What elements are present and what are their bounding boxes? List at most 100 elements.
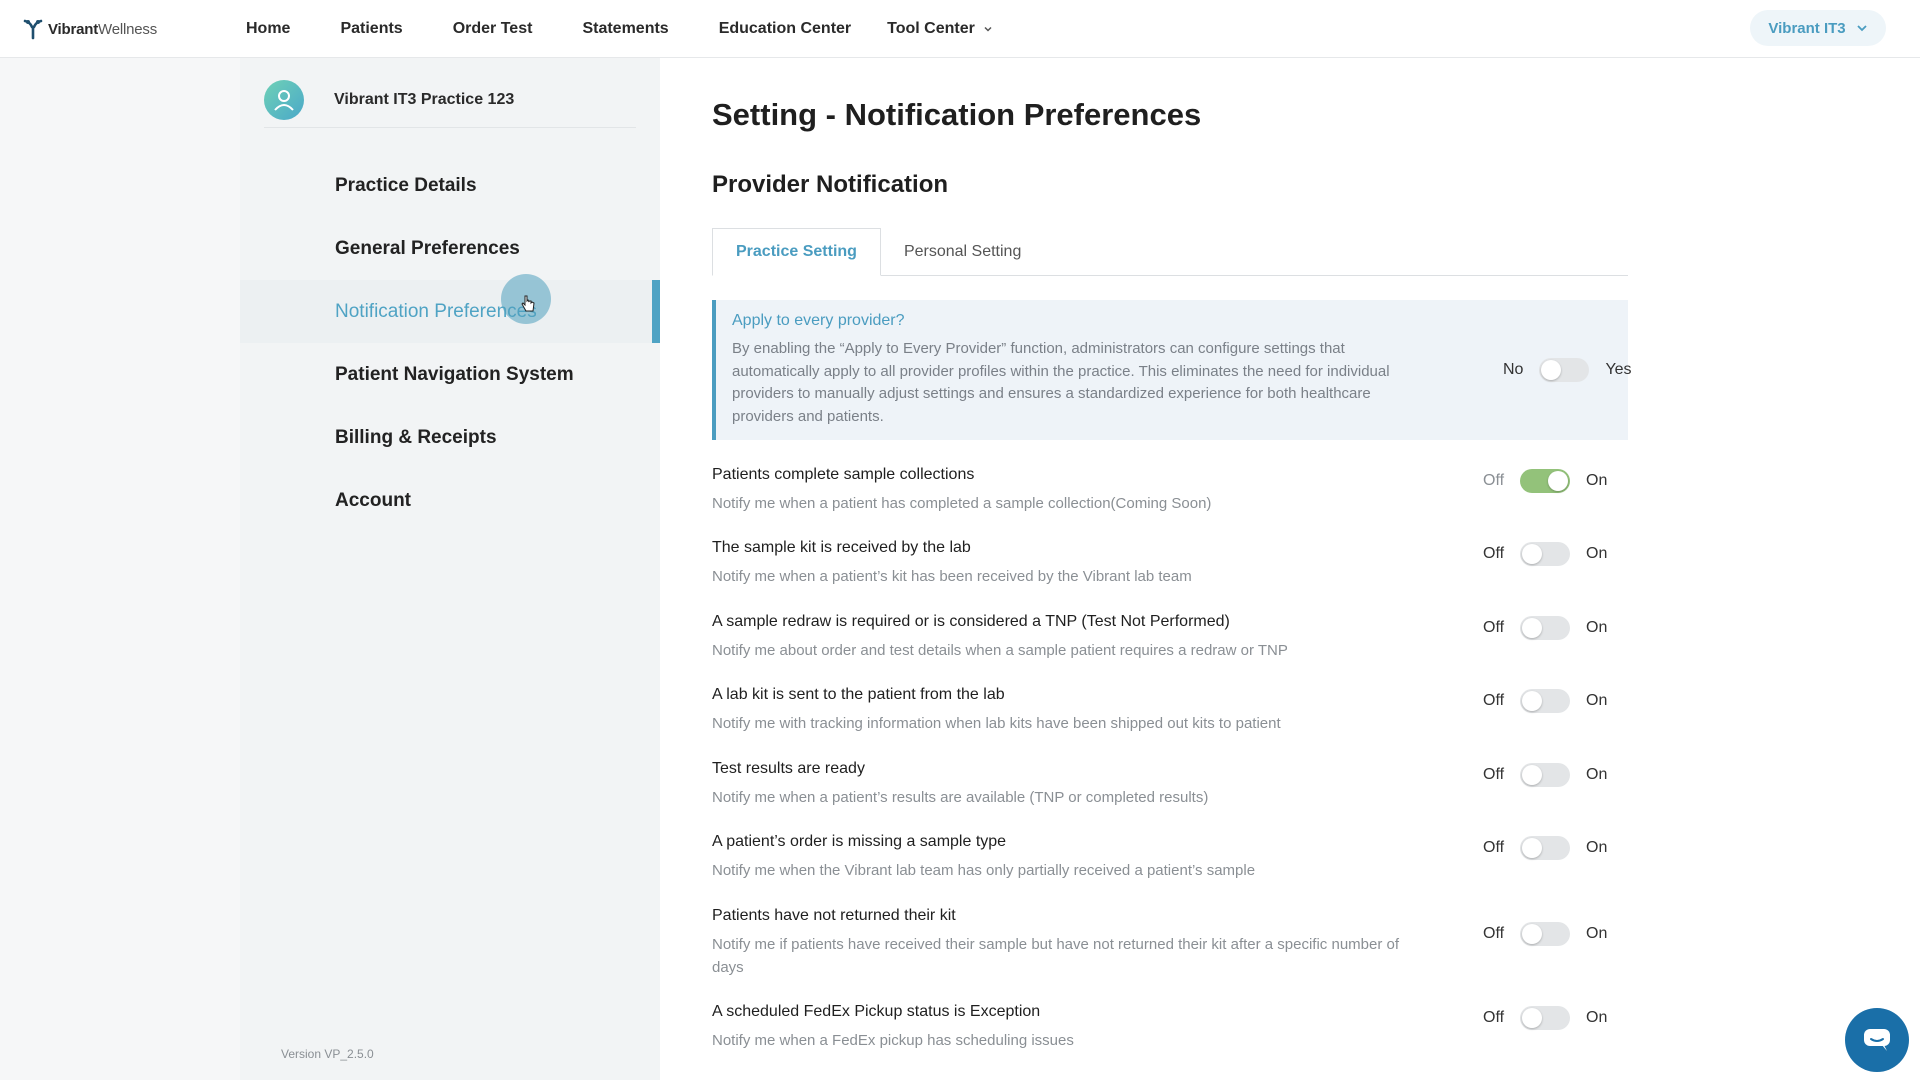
sidebar-item-label: Practice Details: [335, 174, 477, 196]
notification-setting-row: Patients have not returned their kit Noti…: [712, 907, 1628, 979]
nav-order-test-label: Order Test: [452, 20, 533, 37]
main-nav: Home Patients Order Test Statements Educ…: [246, 0, 1043, 58]
sidebar-item-label: General Preferences: [335, 237, 520, 259]
toggle-off-label: Off: [1483, 472, 1505, 489]
sidebar-item-notification-preferences[interactable]: Notification Preferences: [240, 280, 660, 343]
user-icon: [274, 89, 294, 111]
toggle-on-label: On: [1586, 925, 1608, 942]
apply-toggle-group: No Yes: [1503, 358, 1632, 382]
nav-education-center[interactable]: Education Center: [719, 20, 851, 38]
toggle-knob: [1522, 618, 1543, 638]
sidebar-item-account[interactable]: Account: [240, 469, 660, 532]
setting-toggle[interactable]: [1520, 1006, 1571, 1030]
notification-setting-row: Test results are ready Notify me when a p…: [712, 760, 1628, 810]
toggle-off-label: Off: [1483, 692, 1505, 709]
nav-home[interactable]: Home: [246, 20, 290, 38]
setting-toggle[interactable]: [1520, 689, 1571, 713]
brand-logo[interactable]: VibrantWellness: [22, 18, 157, 40]
nav-statements[interactable]: Statements: [582, 20, 668, 38]
setting-toggle[interactable]: [1520, 763, 1571, 787]
setting-toggle[interactable]: [1520, 542, 1571, 566]
setting-toggle-group: Off On: [1483, 469, 1607, 493]
sidebar-item-label: Patient Navigation System: [335, 363, 574, 385]
sidebar-item-patient-navigation-system[interactable]: Patient Navigation System: [240, 343, 660, 406]
apply-title: Apply to every provider?: [732, 312, 905, 329]
toggle-off-label: Off: [1483, 766, 1505, 783]
setting-toggle[interactable]: [1520, 616, 1571, 640]
chevron-down-icon: [984, 26, 992, 32]
setting-description: Notify me when a patient’s results are a…: [712, 789, 1209, 806]
chat-button[interactable]: [1845, 1008, 1909, 1072]
nav-tool-center[interactable]: Tool Center: [887, 20, 993, 38]
toggle-knob: [1548, 471, 1569, 491]
apply-yes-label: Yes: [1605, 361, 1632, 378]
top-navbar: VibrantWellness Home Patients Order Test…: [0, 0, 1920, 58]
toggle-knob: [1522, 838, 1543, 858]
toggle-knob: [1522, 544, 1543, 564]
tab-practice-setting[interactable]: Practice Setting: [712, 228, 881, 276]
account-label: Vibrant IT3: [1768, 19, 1846, 37]
apply-no-label: No: [1503, 361, 1524, 378]
toggle-on-label: On: [1586, 692, 1608, 709]
tab-personal-setting[interactable]: Personal Setting: [881, 228, 1044, 276]
setting-toggle[interactable]: [1520, 922, 1571, 946]
nav-order-test[interactable]: Order Test: [453, 20, 533, 38]
avatar: [264, 79, 304, 120]
notification-setting-row: A sample redraw is required or is consid…: [712, 613, 1628, 663]
toggle-on-label: On: [1586, 545, 1608, 562]
hand-cursor-icon: [521, 295, 535, 312]
sidebar-item-practice-details[interactable]: Practice Details: [240, 154, 660, 217]
nav-statements-label: Statements: [582, 20, 669, 37]
toggle-knob: [1522, 765, 1543, 785]
apply-to-every-provider-box: Apply to every provider? By enabling the…: [712, 300, 1632, 440]
setting-description: Notify me when a patient has completed a…: [712, 495, 1212, 512]
setting-description: Notify me when a FedEx pickup has schedu…: [712, 1032, 1074, 1049]
app-version: Version VP_2.5.0: [281, 1047, 374, 1061]
chat-icon: [1864, 1029, 1890, 1051]
setting-toggle[interactable]: [1520, 469, 1571, 493]
toggle-on-label: On: [1586, 1009, 1608, 1026]
toggle-off-label: Off: [1483, 1009, 1505, 1026]
practice-name: Vibrant IT3 Practice 123: [334, 90, 515, 108]
apply-toggle[interactable]: [1539, 358, 1590, 382]
logo-icon: [23, 19, 43, 40]
toggle-knob: [1522, 1008, 1543, 1028]
nav-home-label: Home: [246, 20, 291, 37]
sidebar-item-billing-receipts[interactable]: Billing & Receipts: [240, 406, 660, 469]
setting-toggle-group: Off On: [1483, 1006, 1607, 1030]
setting-description: Notify me about order and test details w…: [712, 642, 1288, 659]
nav-patients[interactable]: Patients: [340, 20, 402, 38]
brand-name: VibrantWellness: [48, 20, 157, 38]
toggle-off-label: Off: [1483, 925, 1505, 942]
sidebar-item-label: Billing & Receipts: [335, 426, 497, 448]
setting-description: Notify me with tracking information when…: [712, 715, 1281, 732]
toggle-on-label: On: [1586, 766, 1608, 783]
setting-toggle[interactable]: [1520, 836, 1571, 860]
notification-setting-row: A scheduled FedEx Pickup status is Excep…: [712, 1003, 1628, 1053]
toggle-on-label: On: [1586, 619, 1608, 636]
setting-description: Notify me if patients have received thei…: [712, 936, 1400, 976]
nav-patients-label: Patients: [340, 20, 403, 37]
setting-toggle-group: Off On: [1483, 542, 1607, 566]
setting-toggle-group: Off On: [1483, 616, 1607, 640]
settings-tabs: Practice Setting Personal Setting: [712, 228, 1628, 276]
sidebar-item-label: Account: [335, 489, 411, 511]
nav-education-center-label: Education Center: [718, 20, 852, 37]
setting-toggle-group: Off On: [1483, 836, 1607, 860]
notification-setting-row: A lab kit is sent to the patient from th…: [712, 686, 1628, 736]
notification-setting-row: The sample kit is received by the lab Not…: [712, 539, 1628, 589]
practice-profile: Vibrant IT3 Practice 123: [264, 72, 636, 128]
apply-description: By enabling the “Apply to Every Provider…: [732, 340, 1390, 425]
sidebar-item-general-preferences[interactable]: General Preferences: [240, 217, 660, 280]
nav-tool-center-label: Tool Center: [887, 20, 975, 37]
toggle-knob: [1522, 691, 1543, 711]
toggle-on-label: On: [1586, 839, 1608, 856]
main-content: Setting - Notification Preferences Provi…: [660, 58, 1920, 1080]
account-menu-button[interactable]: Vibrant IT3: [1750, 10, 1886, 46]
toggle-knob: [1522, 924, 1543, 944]
toggle-off-label: Off: [1483, 545, 1505, 562]
toggle-knob: [1541, 360, 1562, 380]
setting-toggle-group: Off On: [1483, 689, 1607, 713]
page-title: Setting - Notification Preferences: [712, 97, 1202, 132]
toggle-off-label: Off: [1483, 839, 1505, 856]
